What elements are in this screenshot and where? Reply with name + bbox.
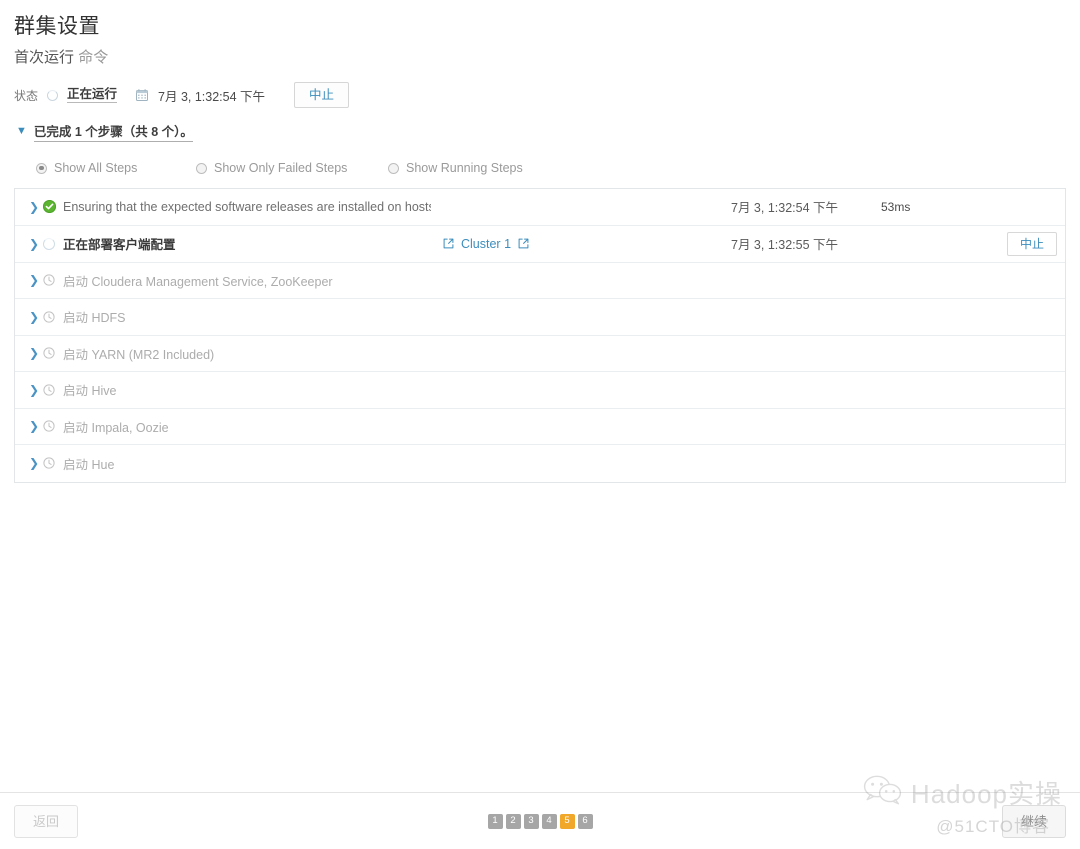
radio-icon[interactable]: [196, 162, 207, 174]
page-title: 群集设置: [14, 15, 100, 38]
status-timestamp: 7月 3, 1:32:54 下午: [158, 89, 266, 104]
table-row[interactable]: ❯ 启动 Impala, Oozie: [15, 409, 1065, 446]
page-2[interactable]: 2: [505, 813, 521, 829]
status-label: 状态: [14, 88, 39, 103]
external-link-icon[interactable]: [443, 238, 454, 249]
progress-summary-row[interactable]: ▼ 已完成 1 个步骤（共 8 个）。: [14, 121, 1080, 143]
table-row[interactable]: ❯ Ensuring that the expected software re…: [15, 189, 1065, 226]
wizard-pagination: 1 2 3 4 5 6: [0, 813, 1080, 829]
clock-icon: [43, 311, 63, 323]
step-filter-group: Show All Steps Show Only Failed Steps Sh…: [14, 158, 1080, 178]
abort-command-button[interactable]: 中止: [294, 81, 350, 109]
command-subtitle: 首次运行 命令: [14, 49, 1080, 67]
clock-icon: [43, 457, 63, 470]
step-name: 启动 Hue: [63, 457, 115, 472]
back-button[interactable]: 返回: [14, 804, 79, 838]
filter-show-all-steps[interactable]: Show All Steps: [36, 161, 196, 175]
abort-step-button[interactable]: 中止: [1006, 231, 1057, 256]
calendar-icon: [136, 89, 149, 102]
clock-icon: [43, 274, 63, 287]
chevron-right-icon[interactable]: ❯: [29, 384, 43, 396]
filter-label: Show Only Failed Steps: [214, 161, 348, 176]
clock-icon: [43, 347, 63, 360]
step-name: 启动 HDFS: [63, 311, 126, 326]
table-row[interactable]: ❯ 启动 YARN (MR2 Included): [15, 336, 1065, 373]
command-name: 首次运行: [14, 49, 75, 67]
step-action: 中止: [973, 231, 1057, 256]
radio-icon[interactable]: [388, 162, 399, 174]
table-row[interactable]: ❯ 启动 Cloudera Management Service, ZooKee…: [15, 263, 1065, 300]
chevron-right-icon[interactable]: ❯: [29, 347, 43, 359]
table-row[interactable]: ❯ 正在部署客户端配置 Cluster 1 7月 3, 1:32:55 下午 中…: [15, 226, 1065, 263]
filter-label: Show All Steps: [54, 161, 138, 176]
page-5-current[interactable]: 5: [559, 813, 575, 829]
step-name: Ensuring that the expected software rele…: [63, 199, 431, 214]
table-row[interactable]: ❯ 启动 Hive: [15, 372, 1065, 409]
status-bar: 状态 正在运行 7月 3, 1:32:54 下午 中止: [14, 81, 1080, 109]
wizard-footer: 返回 1 2 3 4 5 6 继续: [0, 792, 1080, 849]
first-run-command-page: 群集设置 首次运行 命令 状态 正在运行 7月 3, 1:32:54 下午 中止…: [0, 0, 1080, 849]
step-name: 启动 Hive: [63, 384, 117, 399]
clock-icon: [43, 384, 63, 396]
filter-show-running-steps[interactable]: Show Running Steps: [388, 161, 523, 175]
filter-show-only-failed-steps[interactable]: Show Only Failed Steps: [196, 161, 388, 175]
command-suffix: 命令: [78, 49, 109, 67]
continue-button[interactable]: 继续: [1001, 804, 1066, 838]
page-6[interactable]: 6: [577, 813, 593, 829]
external-link-icon[interactable]: [518, 238, 529, 249]
table-row[interactable]: ❯ 启动 HDFS: [15, 299, 1065, 336]
step-context: Cluster 1: [431, 237, 731, 251]
chevron-right-icon[interactable]: ❯: [29, 311, 43, 323]
page-4[interactable]: 4: [541, 813, 557, 829]
step-duration: 53ms: [881, 199, 911, 214]
page-header: 群集设置 首次运行 命令 状态 正在运行 7月 3, 1:32:54 下午 中止…: [0, 0, 1080, 178]
step-name: 启动 Impala, Oozie: [63, 420, 169, 435]
step-time: 7月 3, 1:32:54 下午: [731, 201, 839, 216]
chevron-right-icon[interactable]: ❯: [29, 274, 43, 286]
table-row[interactable]: ❯ 启动 Hue: [15, 445, 1065, 482]
progress-summary-text: 已完成 1 个步骤（共 8 个）。: [33, 121, 193, 143]
chevron-right-icon[interactable]: ❯: [29, 420, 43, 432]
filter-label: Show Running Steps: [406, 161, 523, 176]
check-circle-icon: [43, 200, 63, 214]
clock-icon: [43, 420, 63, 433]
steps-table: ❯ Ensuring that the expected software re…: [14, 188, 1066, 483]
chevron-right-icon[interactable]: ❯: [29, 238, 43, 250]
spinner-icon: [47, 89, 59, 101]
cluster-link[interactable]: Cluster 1: [461, 237, 511, 251]
chevron-right-icon[interactable]: ❯: [29, 457, 43, 469]
step-name: 正在部署客户端配置: [63, 238, 176, 253]
page-3[interactable]: 3: [523, 813, 539, 829]
spinner-icon: [43, 237, 63, 250]
step-time: 7月 3, 1:32:55 下午: [731, 238, 839, 253]
step-name: 启动 YARN (MR2 Included): [63, 347, 215, 362]
page-1[interactable]: 1: [487, 813, 503, 829]
radio-icon[interactable]: [36, 162, 47, 174]
chevron-down-icon[interactable]: ▼: [16, 126, 27, 137]
status-value: 正在运行: [67, 87, 118, 104]
chevron-right-icon[interactable]: ❯: [29, 201, 43, 213]
step-name: 启动 Cloudera Management Service, ZooKeepe…: [63, 274, 333, 289]
